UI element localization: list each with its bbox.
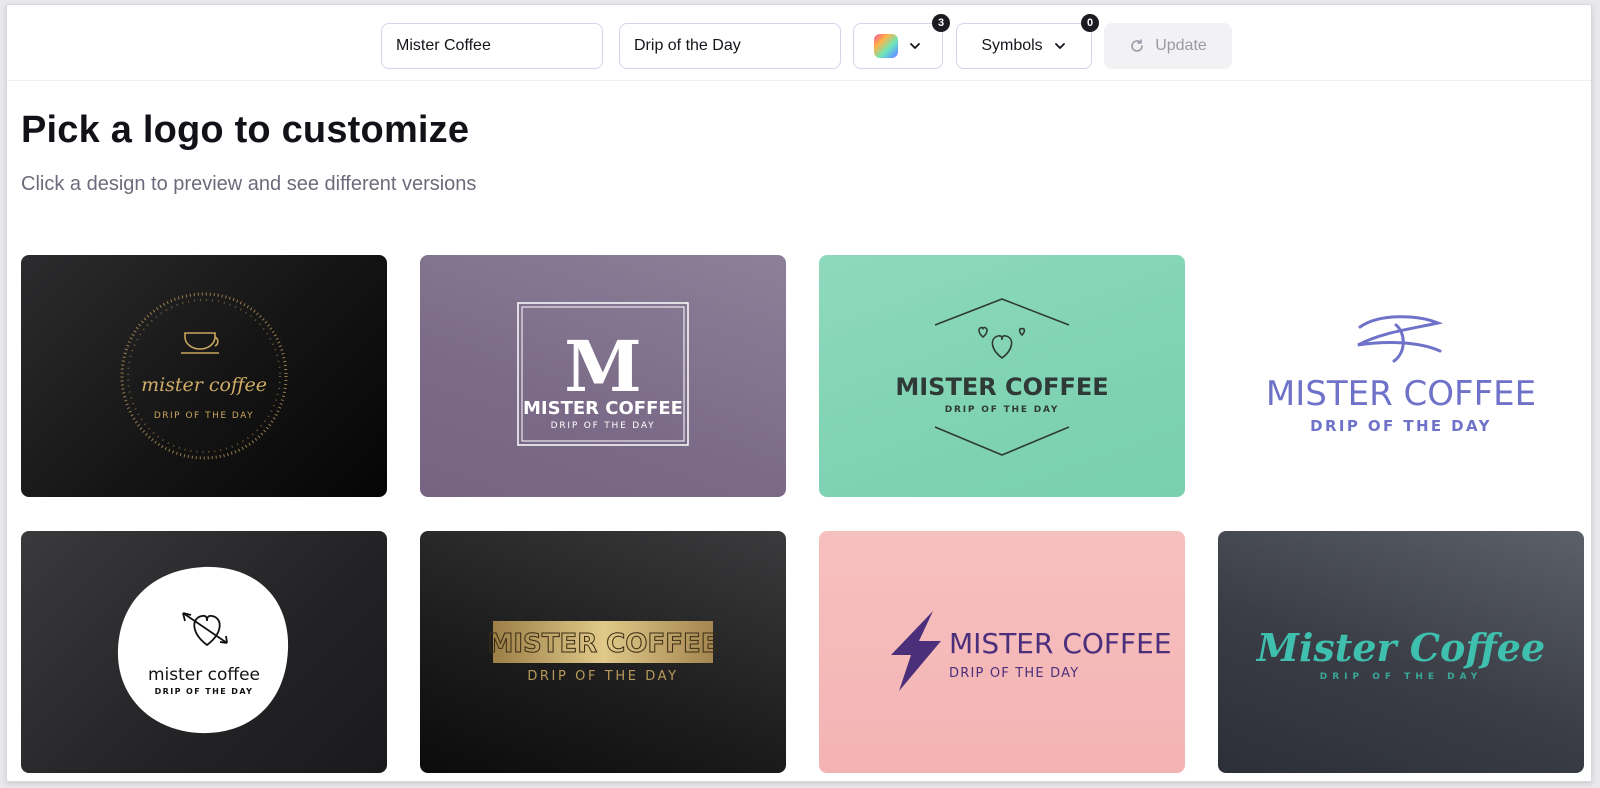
logo-slogan: DRIP OF THE DAY — [155, 687, 254, 696]
logo-card-6[interactable]: MISTER COFFEE DRIP OF THE DAY — [420, 531, 786, 773]
company-name-input[interactable] — [381, 23, 603, 69]
logo-preview-6: MISTER COFFEE DRIP OF THE DAY — [487, 621, 719, 684]
colors-dropdown[interactable]: 3 — [853, 14, 950, 69]
logo-slogan: DRIP OF THE DAY — [527, 669, 678, 684]
hearts-icon — [978, 326, 1026, 360]
logo-preview-8: Mister Coffee DRIP OF THE DAY — [1255, 625, 1545, 682]
logo-name: MISTER COFFEE — [487, 629, 718, 659]
logo-slogan: DRIP OF THE DAY — [551, 421, 656, 431]
colors-count-badge: 3 — [932, 14, 950, 32]
logo-card-2[interactable]: M MISTER COFFEE DRIP OF THE DAY — [420, 255, 786, 497]
logo-preview-3: MISTER COFFEE DRIP OF THE DAY — [895, 298, 1109, 456]
app-frame: 3 Symbols 0 Update Pick a logo to custom… — [6, 4, 1592, 782]
slogan-input[interactable] — [619, 23, 841, 69]
logo-monogram: M — [564, 325, 642, 408]
logo-card-3[interactable]: MISTER COFFEE DRIP OF THE DAY — [819, 255, 1185, 497]
symbols-dropdown-label: Symbols — [981, 37, 1043, 54]
update-button-label: Update — [1155, 37, 1207, 54]
logo-name: MISTER COFFEE — [949, 627, 1172, 660]
logo-slogan: DRIP OF THE DAY — [945, 405, 1059, 415]
logo-card-8[interactable]: Mister Coffee DRIP OF THE DAY — [1218, 531, 1584, 773]
coffee-cup-icon — [181, 332, 219, 354]
logo-preview-1: mister coffee DRIP OF THE DAY — [120, 292, 288, 460]
logo-name: MISTER COFFEE — [523, 398, 683, 419]
logo-name: Mister Coffee — [1255, 625, 1545, 670]
chevron-down-icon — [1054, 43, 1065, 49]
logo-preview-5: mister coffee DRIP OF THE DAY — [117, 566, 289, 734]
page-title: Pick a logo to customize — [21, 109, 470, 151]
flourish-icon — [1357, 315, 1444, 363]
logo-name: MISTER COFFEE — [1266, 374, 1536, 414]
logo-preview-4: MISTER COFFEE DRIP OF THE DAY — [1266, 315, 1536, 435]
logo-name: mister coffee — [148, 665, 260, 685]
logo-name: mister coffee — [141, 374, 267, 396]
logo-slogan: DRIP OF THE DAY — [949, 666, 1079, 681]
symbols-count-badge: 0 — [1081, 14, 1099, 32]
logo-slogan: DRIP OF THE DAY — [154, 411, 254, 421]
logo-preview-2: M MISTER COFFEE DRIP OF THE DAY — [517, 302, 689, 446]
symbols-dropdown[interactable]: Symbols 0 — [956, 14, 1099, 69]
toolbar: 3 Symbols 0 Update — [7, 5, 1591, 81]
palette-swatch-icon — [874, 34, 898, 58]
logo-card-7[interactable]: MISTER COFFEE DRIP OF THE DAY — [819, 531, 1185, 773]
refresh-icon — [1131, 39, 1144, 52]
update-button[interactable]: Update — [1104, 23, 1232, 69]
chevron-down-icon — [910, 43, 920, 49]
logo-slogan: DRIP OF THE DAY — [1310, 417, 1492, 435]
page-subtitle: Click a design to preview and see differ… — [21, 173, 477, 195]
logo-card-4[interactable]: MISTER COFFEE DRIP OF THE DAY — [1218, 255, 1584, 497]
logo-card-5[interactable]: mister coffee DRIP OF THE DAY — [21, 531, 387, 773]
logo-card-1[interactable]: mister coffee DRIP OF THE DAY — [21, 255, 387, 497]
logo-name: MISTER COFFEE — [895, 373, 1108, 401]
lightning-icon — [891, 611, 941, 691]
logo-preview-7: MISTER COFFEE DRIP OF THE DAY — [891, 611, 1172, 691]
logo-slogan: DRIP OF THE DAY — [1320, 672, 1482, 682]
